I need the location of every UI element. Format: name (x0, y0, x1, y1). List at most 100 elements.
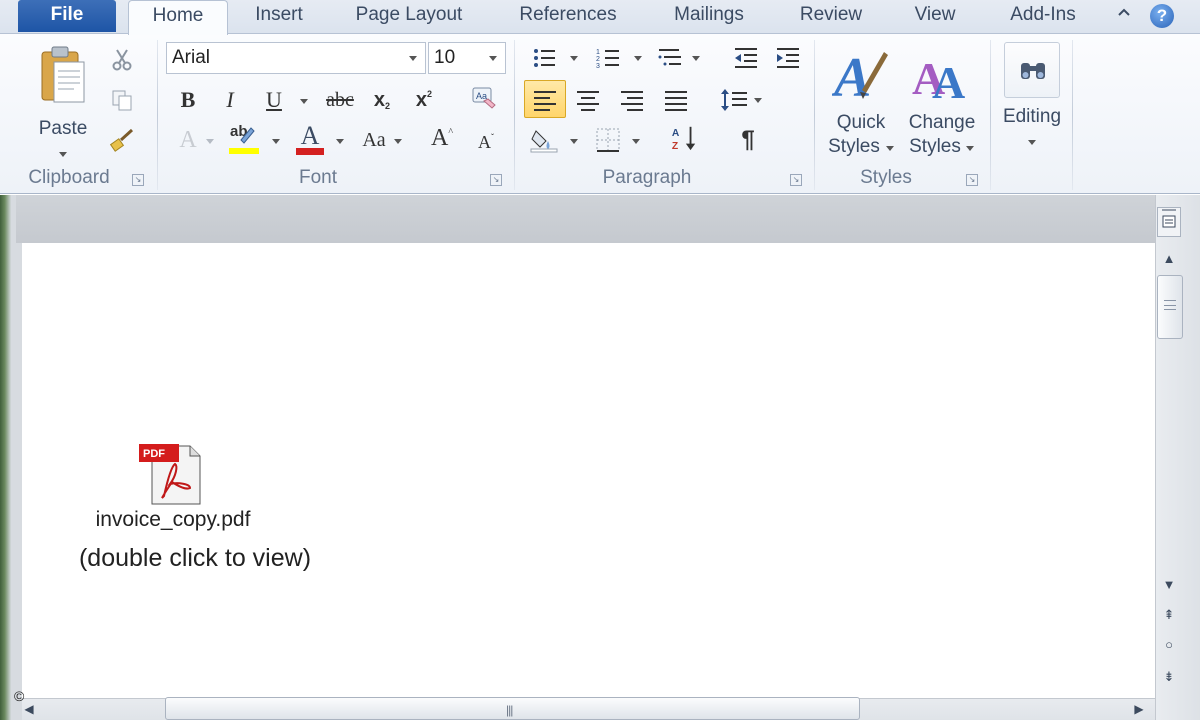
highlight-button[interactable]: ab (228, 123, 259, 154)
svg-text:2: 2 (596, 56, 600, 63)
change-case-button[interactable]: Aa (356, 126, 392, 154)
multilevel-list-button[interactable] (656, 44, 684, 72)
attachment-filename[interactable]: invoice_copy.pdf (60, 508, 286, 532)
pdf-attachment-icon[interactable]: PDF (138, 440, 204, 506)
styles-dialog-launcher[interactable]: ↘ (966, 174, 978, 186)
shading-button[interactable] (530, 126, 558, 154)
scroll-down-arrow[interactable]: ▼ (1159, 574, 1179, 596)
line-spacing-dropdown-arrow[interactable] (754, 98, 762, 103)
view-ruler-icon[interactable] (1157, 207, 1181, 237)
align-center-button[interactable] (574, 86, 602, 114)
format-painter-icon[interactable] (108, 126, 136, 154)
select-browse-object-button[interactable]: ○ (1159, 634, 1179, 656)
bold-button[interactable]: B (174, 86, 202, 114)
tab-mailings[interactable]: Mailings (652, 0, 766, 34)
svg-text:1: 1 (596, 49, 600, 56)
increase-indent-icon (777, 48, 799, 68)
font-dialog-launcher[interactable]: ↘ (490, 174, 502, 186)
multilevel-list-dropdown-arrow[interactable] (692, 56, 700, 61)
align-right-icon (621, 91, 643, 111)
shading-dropdown-arrow[interactable] (570, 139, 578, 144)
font-size-value: 10 (434, 47, 456, 68)
decrease-indent-button[interactable] (732, 44, 760, 72)
subscript-label: x (373, 88, 386, 111)
sort-button[interactable]: AZ (670, 124, 698, 152)
shrink-font-label: A (478, 131, 491, 152)
superscript-label: x (415, 88, 428, 111)
font-color-dropdown-arrow[interactable] (336, 139, 344, 144)
copy-icon[interactable] (108, 86, 136, 114)
show-formatting-marks-button[interactable]: ¶ (734, 126, 762, 154)
clipboard-group-label: Clipboard (28, 167, 110, 188)
borders-dropdown-arrow[interactable] (632, 139, 640, 144)
font-size-dropdown-arrow[interactable] (489, 56, 497, 61)
scroll-up-arrow[interactable]: ▲ (1159, 248, 1179, 270)
paragraph-group-label: Paragraph (602, 167, 692, 188)
font-name-value: Arial (172, 47, 211, 68)
increase-indent-button[interactable] (774, 44, 802, 72)
tab-add-ins[interactable]: Add-Ins (992, 0, 1094, 34)
font-group-label: Font (298, 167, 338, 188)
align-right-button[interactable] (618, 86, 646, 114)
styles-group-label: Styles (860, 167, 912, 188)
superscript-button[interactable]: x2 (410, 86, 438, 114)
subscript-button[interactable]: x2 (368, 86, 396, 114)
tab-review[interactable]: Review (784, 0, 878, 34)
tab-view[interactable]: View (896, 0, 974, 34)
previous-page-button[interactable]: ⇞ (1159, 604, 1179, 626)
bullets-button[interactable] (530, 44, 558, 72)
font-color-button[interactable]: A (296, 121, 324, 155)
underline-dropdown-arrow[interactable] (300, 99, 308, 104)
help-icon[interactable]: ? (1150, 4, 1174, 28)
tab-insert[interactable]: Insert (238, 0, 320, 34)
font-name-combo[interactable]: Arial (166, 42, 426, 74)
decrease-indent-icon (735, 48, 757, 68)
clipboard-dialog-launcher[interactable]: ↘ (132, 174, 144, 186)
line-spacing-button[interactable] (720, 86, 748, 114)
tab-file[interactable]: File (18, 0, 116, 32)
window-left-edge (0, 195, 16, 720)
change-styles-dropdown-arrow (966, 146, 974, 151)
grow-font-button[interactable]: A ^ (428, 124, 456, 152)
highlight-dropdown-arrow[interactable] (272, 139, 280, 144)
tab-home[interactable]: Home (128, 0, 228, 35)
numbering-button[interactable]: 123 (594, 44, 622, 72)
scroll-right-arrow[interactable]: ▶ (1130, 700, 1148, 718)
numbering-dropdown-arrow[interactable] (634, 56, 642, 61)
justify-button[interactable] (662, 86, 690, 114)
font-name-dropdown-arrow[interactable] (409, 56, 417, 61)
align-center-icon (577, 91, 599, 111)
group-divider (514, 40, 515, 190)
italic-button[interactable]: I (216, 86, 244, 114)
clear-formatting-icon[interactable]: Aa (469, 84, 497, 112)
cut-icon[interactable] (108, 46, 136, 74)
tab-page-layout[interactable]: Page Layout (334, 0, 484, 34)
align-left-button[interactable] (531, 86, 559, 114)
copyright-mark: © (14, 688, 25, 704)
borders-icon (596, 128, 620, 152)
quick-styles-button[interactable]: A Quick Styles (824, 40, 898, 164)
bullets-dropdown-arrow[interactable] (570, 56, 578, 61)
paste-label: Paste (38, 118, 88, 139)
justify-icon (665, 91, 687, 111)
next-page-button[interactable]: ⇟ (1159, 666, 1179, 688)
attachment-hint: (double click to view) (78, 544, 312, 572)
paste-button[interactable]: Paste (30, 42, 96, 162)
tab-references[interactable]: References (500, 0, 636, 34)
shrink-font-button[interactable]: Aˇ (472, 128, 500, 156)
strikethrough-button[interactable]: abc (320, 86, 360, 114)
underline-button[interactable]: U (260, 86, 288, 114)
horizontal-scroll-thumb[interactable] (165, 697, 860, 720)
font-size-combo[interactable]: 10 (428, 42, 506, 74)
text-effects-button[interactable]: A (174, 126, 202, 154)
paragraph-dialog-launcher[interactable]: ↘ (790, 174, 802, 186)
change-case-dropdown-arrow[interactable] (394, 139, 402, 144)
page-top-gap (16, 195, 1155, 243)
change-styles-button[interactable]: A A Change Styles (902, 40, 982, 164)
text-effects-dropdown-arrow[interactable] (206, 139, 214, 144)
borders-button[interactable] (594, 126, 622, 154)
grow-font-label: A (430, 124, 449, 151)
editing-label: Editing (1002, 106, 1062, 127)
minimize-ribbon-icon[interactable] (1112, 4, 1136, 28)
editing-button[interactable]: Editing (994, 40, 1070, 164)
